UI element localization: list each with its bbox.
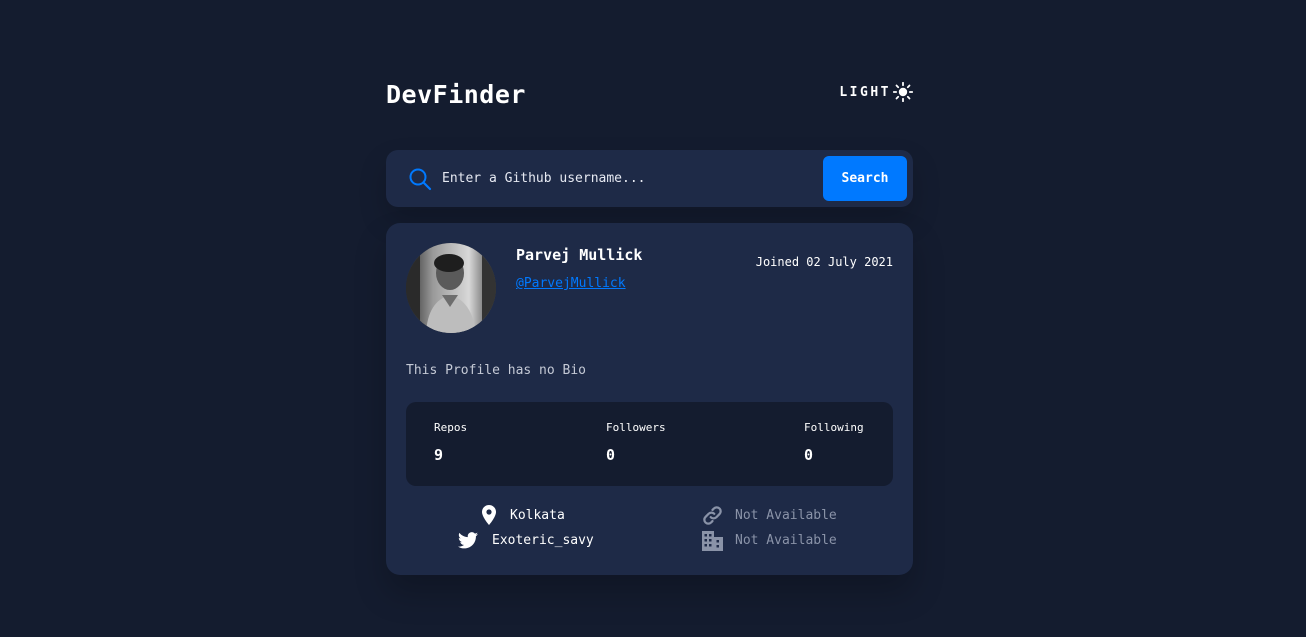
twitter-text: Exoteric_savy [492, 532, 594, 548]
website-row: Not Available [702, 504, 837, 526]
profile-bio: This Profile has no Bio [406, 363, 587, 378]
stat-followers: Followers 0 [606, 421, 666, 464]
stat-value: 0 [606, 446, 616, 464]
joined-date: Joined 02 July 2021 [755, 255, 893, 269]
stat-label: Followers [606, 421, 666, 434]
stat-value: 9 [434, 446, 444, 464]
search-input[interactable] [440, 164, 810, 192]
profile-card: Parvej Mullick @ParvejMullick Joined 02 … [386, 223, 913, 575]
website-text: Not Available [735, 507, 837, 523]
search-button[interactable]: Search [823, 156, 907, 201]
twitter-row[interactable]: Exoteric_savy [458, 529, 594, 551]
stat-following: Following 0 [804, 421, 864, 464]
stat-value: 0 [804, 446, 814, 464]
company-row: Not Available [702, 529, 837, 551]
location-text: Kolkata [510, 507, 565, 523]
sun-icon [893, 82, 913, 102]
app-title: DevFinder [386, 80, 526, 109]
search-bar: Search [386, 150, 913, 207]
stat-repos: Repos 9 [434, 421, 467, 464]
stats-panel: Repos 9 Followers 0 Following 0 [406, 402, 893, 486]
location-pin-icon [482, 505, 496, 525]
building-icon [702, 530, 723, 551]
avatar [406, 243, 496, 333]
location-row: Kolkata [482, 504, 565, 526]
header: DevFinder LIGHT [386, 80, 913, 114]
link-icon [702, 505, 723, 526]
search-icon [408, 167, 432, 191]
theme-toggle-label: LIGHT [839, 84, 891, 100]
twitter-icon [458, 531, 478, 549]
profile-handle-link[interactable]: @ParvejMullick [516, 276, 626, 291]
company-text: Not Available [735, 532, 837, 548]
stat-label: Repos [434, 421, 468, 434]
theme-toggle[interactable]: LIGHT [839, 82, 913, 102]
stat-label: Following [804, 421, 864, 434]
profile-name: Parvej Mullick [516, 246, 643, 264]
